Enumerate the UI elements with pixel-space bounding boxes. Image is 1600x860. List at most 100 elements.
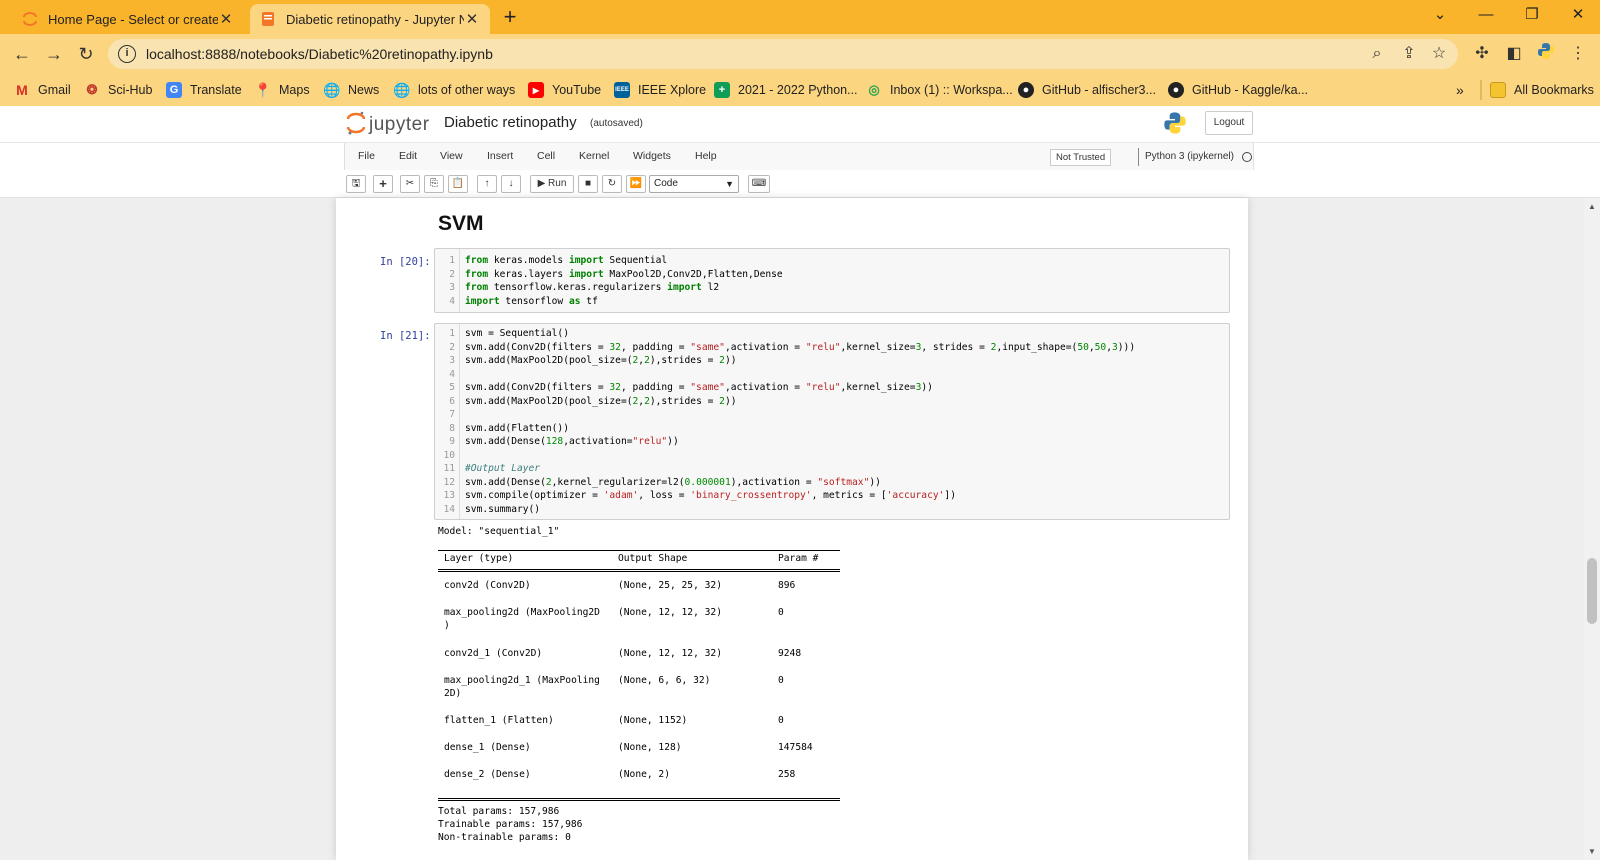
back-icon[interactable]: ← bbox=[10, 42, 34, 66]
menu-insert[interactable]: Insert bbox=[487, 150, 513, 162]
markdown-heading[interactable]: SVM bbox=[438, 212, 484, 236]
table-row-params: 0 bbox=[778, 607, 784, 618]
scroll-thumb[interactable] bbox=[1587, 558, 1597, 624]
save-icon[interactable]: 🖫 bbox=[346, 175, 366, 193]
code-line: 2 svm.add(Conv2D(filters = 32, padding = … bbox=[449, 341, 1136, 353]
code-line: 8 svm.add(Flatten()) bbox=[449, 422, 569, 434]
bookmark-maps[interactable]: 📍 Maps bbox=[254, 81, 310, 99]
command-palette-icon[interactable]: ⌨ bbox=[748, 175, 770, 193]
jupyter-menubar: File Edit View Insert Cell Kernel Widget… bbox=[0, 142, 1600, 171]
cut-icon[interactable]: ✂ bbox=[400, 175, 420, 193]
bookmark-star-icon[interactable]: ☆ bbox=[1428, 43, 1450, 65]
total-params: Total params: 157,986 bbox=[438, 806, 560, 817]
bookmark-news[interactable]: 🌐 News bbox=[323, 81, 379, 99]
code-line: 6 svm.add(MaxPool2D(pool_size=(2,2),strid… bbox=[449, 395, 737, 407]
address-bar[interactable]: i localhost:8888/notebooks/Diabetic%20re… bbox=[108, 39, 1458, 69]
kernel-name: Python 3 (ipykernel) bbox=[1138, 148, 1234, 166]
paste-icon[interactable]: 📋 bbox=[448, 175, 468, 193]
table-row-shape: (None, 25, 25, 32) bbox=[618, 580, 722, 591]
menu-widgets[interactable]: Widgets bbox=[633, 150, 671, 162]
zoom-icon[interactable]: ⌕ bbox=[1366, 43, 1388, 65]
menubar-container: File Edit View Insert Cell Kernel Widget… bbox=[344, 143, 1254, 171]
insert-cell-icon[interactable]: + bbox=[373, 175, 393, 193]
extensions-icon[interactable]: ✣ bbox=[1470, 42, 1494, 66]
run-button[interactable]: ▶ Run bbox=[530, 175, 574, 193]
minimize-icon[interactable]: — bbox=[1464, 0, 1508, 30]
bookmark-ieee-xplore[interactable]: IEEE IEEE Xplore bbox=[614, 81, 706, 99]
all-bookmarks-button[interactable]: All Bookmarks bbox=[1490, 81, 1594, 99]
bookmark-label: YouTube bbox=[552, 83, 602, 97]
code-cell-model[interactable]: 1 svm = Sequential() 2 svm.add(Conv2D(filt… bbox=[434, 323, 1230, 520]
interrupt-icon[interactable]: ■ bbox=[578, 175, 598, 193]
tab-home-page[interactable]: Home Page - Select or create a n ✕ bbox=[12, 4, 244, 34]
trainable-params: Trainable params: 157,986 bbox=[438, 819, 583, 830]
tab-diabetic-retinopathy[interactable]: Diabetic retinopathy - Jupyter N ✕ bbox=[250, 4, 490, 34]
copy-icon[interactable]: ⎘ bbox=[424, 175, 444, 193]
header-params: Param # bbox=[778, 553, 819, 564]
browser-menu-icon[interactable]: ⋮ bbox=[1566, 42, 1590, 66]
menu-cell[interactable]: Cell bbox=[537, 150, 555, 162]
github-icon: ● bbox=[1018, 82, 1034, 98]
bookmark-label: Inbox (1) :: Workspa... bbox=[890, 83, 1013, 97]
bookmark-lots-of-other-ways[interactable]: 🌐 lots of other ways bbox=[393, 81, 516, 99]
menu-edit[interactable]: Edit bbox=[399, 150, 417, 162]
menu-view[interactable]: View bbox=[440, 150, 463, 162]
restore-icon[interactable]: ❐ bbox=[1510, 0, 1554, 30]
scroll-up-icon[interactable]: ▲ bbox=[1584, 202, 1600, 211]
bookmark-youtube[interactable]: ▶ YouTube bbox=[528, 81, 601, 99]
move-up-icon[interactable]: ↑ bbox=[477, 175, 497, 193]
code-line: 2 from keras.layers import MaxPool2D,Conv… bbox=[449, 268, 783, 280]
bookmark-label: All Bookmarks bbox=[1514, 83, 1594, 97]
code-cell-imports[interactable]: 1 from keras.models import Sequential 2 fr… bbox=[434, 248, 1230, 313]
python-extension-icon[interactable] bbox=[1534, 42, 1558, 66]
bookmark-translate[interactable]: G Translate bbox=[166, 81, 242, 99]
bookmark-sci-hub[interactable]: ❂ Sci-Hub bbox=[84, 81, 153, 99]
share-icon[interactable]: ⇪ bbox=[1398, 43, 1420, 65]
trust-button[interactable]: Not Trusted bbox=[1050, 149, 1112, 166]
bookmark-github-alfischer[interactable]: ● GitHub - alfischer3... bbox=[1018, 81, 1156, 99]
url-text[interactable]: localhost:8888/notebooks/Diabetic%20reti… bbox=[146, 46, 493, 62]
forward-icon[interactable]: → bbox=[42, 42, 66, 66]
bookmark-python-sheet[interactable]: + 2021 - 2022 Python... bbox=[714, 81, 858, 99]
notebook-name[interactable]: Diabetic retinopathy bbox=[444, 114, 577, 131]
table-rule-double bbox=[438, 569, 840, 572]
workspace-icon: ◎ bbox=[868, 82, 880, 97]
bookmark-label: Gmail bbox=[38, 83, 71, 97]
maps-pin-icon: 📍 bbox=[254, 81, 272, 98]
new-tab-button[interactable]: + bbox=[496, 4, 524, 30]
bookmark-label: Sci-Hub bbox=[108, 83, 153, 97]
more-bookmarks-button[interactable]: » bbox=[1456, 81, 1464, 99]
scroll-down-icon[interactable]: ▼ bbox=[1584, 847, 1600, 856]
jupyter-logo[interactable]: jupyter bbox=[346, 110, 430, 139]
site-info-icon[interactable]: i bbox=[118, 45, 136, 63]
menu-help[interactable]: Help bbox=[695, 150, 717, 162]
tab-search-icon[interactable]: ⌄ bbox=[1418, 0, 1462, 30]
tab-close-icon[interactable]: ✕ bbox=[218, 10, 234, 28]
browser-tab-bar: Home Page - Select or create a n ✕ Diabe… bbox=[0, 0, 1600, 34]
tab-close-icon[interactable]: ✕ bbox=[464, 10, 480, 28]
code-line: 3 svm.add(MaxPool2D(pool_size=(2,2),strid… bbox=[449, 355, 737, 366]
bookmark-github-kaggle[interactable]: ● GitHub - Kaggle/ka... bbox=[1168, 81, 1308, 99]
side-panel-icon[interactable]: ◧ bbox=[1502, 42, 1526, 66]
menu-kernel[interactable]: Kernel bbox=[579, 150, 609, 162]
restart-icon[interactable]: ↻ bbox=[602, 175, 622, 193]
table-row-shape: (None, 128) bbox=[618, 742, 682, 753]
page-scrollbar[interactable]: ▲ ▼ bbox=[1584, 198, 1600, 860]
code-line: 9 svm.add(Dense(128,activation="relu")) bbox=[449, 436, 679, 447]
close-window-icon[interactable]: ✕ bbox=[1556, 0, 1600, 30]
bookmark-label: lots of other ways bbox=[418, 83, 516, 97]
move-down-icon[interactable]: ↓ bbox=[501, 175, 521, 193]
folder-icon bbox=[1490, 82, 1506, 98]
gmail-icon: M bbox=[16, 82, 28, 98]
bookmark-label: Maps bbox=[279, 83, 310, 97]
menu-file[interactable]: File bbox=[358, 150, 375, 162]
reload-icon[interactable]: ↻ bbox=[74, 42, 98, 66]
sheets-icon: + bbox=[714, 82, 730, 98]
header-layer: Layer (type) bbox=[444, 553, 514, 564]
restart-run-all-icon[interactable]: ⏩ bbox=[626, 175, 646, 193]
bookmark-gmail[interactable]: M Gmail bbox=[14, 81, 71, 99]
cell-type-select[interactable]: Code ▼ bbox=[649, 175, 739, 193]
bookmark-inbox[interactable]: ◎ Inbox (1) :: Workspa... bbox=[866, 81, 1013, 99]
logout-button[interactable]: Logout bbox=[1205, 111, 1253, 135]
table-row-params: 258 bbox=[778, 769, 796, 780]
